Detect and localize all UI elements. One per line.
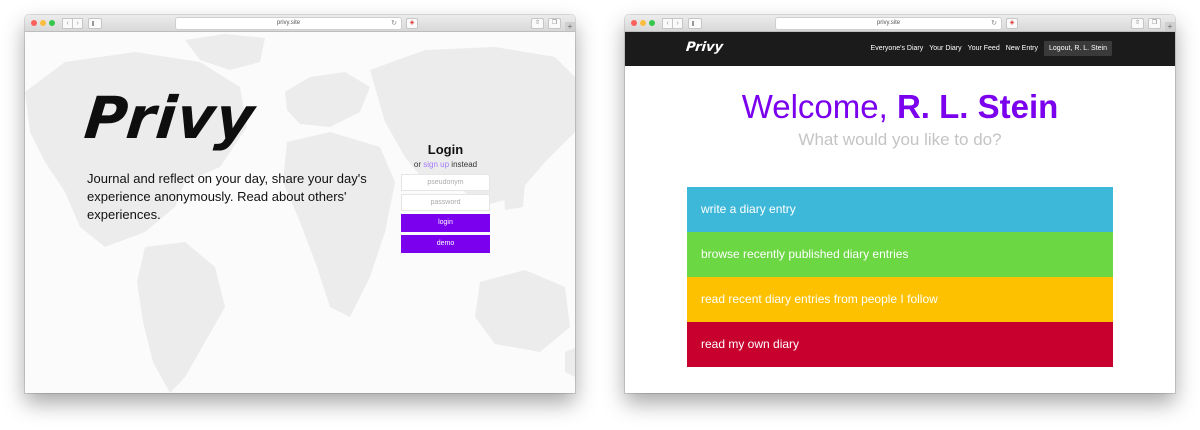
signup-link[interactable]: sign up [423, 160, 449, 169]
minimize-window-button[interactable] [640, 20, 646, 26]
sidebar-icon[interactable] [88, 18, 102, 29]
window-controls [631, 20, 655, 26]
top-navbar: Privy Everyone's Diary Your Diary Your F… [625, 32, 1175, 66]
sidebar-icon[interactable] [688, 18, 702, 29]
reload-icon[interactable]: ↻ [991, 18, 997, 29]
maximize-window-button[interactable] [649, 20, 655, 26]
login-page: Privy Journal and reflect on your day, s… [25, 32, 575, 393]
forward-icon[interactable]: › [673, 18, 683, 29]
browser-window-login: ‹ › privy.site ↻ ◈ ⇧ ❐ + Privy Journal a… [25, 15, 575, 393]
browser-window-dashboard: ‹ › privy.site ↻ ◈ ⇧ ❐ + Privy Everyone'… [625, 15, 1175, 393]
action-read-following[interactable]: read recent diary entries from people I … [687, 277, 1113, 322]
logout-button[interactable]: Logout, R. L. Stein [1044, 41, 1112, 56]
back-icon[interactable]: ‹ [662, 18, 673, 29]
action-read-own-diary[interactable]: read my own diary [687, 322, 1113, 367]
nav-new-entry[interactable]: New Entry [1006, 45, 1038, 52]
nav-everyones-diary[interactable]: Everyone's Diary [871, 45, 924, 52]
action-write-entry[interactable]: write a diary entry [687, 187, 1113, 232]
user-name: R. L. Stein [896, 88, 1059, 125]
share-icon[interactable]: ⇧ [531, 18, 544, 29]
password-input[interactable] [401, 194, 490, 211]
nav-links: Everyone's Diary Your Diary Your Feed Ne… [865, 41, 1112, 56]
url-text: privy.site [276, 20, 301, 26]
reload-icon[interactable]: ↻ [391, 18, 397, 29]
signup-prefix-text: or [413, 160, 422, 169]
new-tab-icon[interactable]: + [1165, 22, 1175, 31]
subheading: What would you like to do? [798, 130, 1002, 149]
nav-your-diary[interactable]: Your Diary [929, 45, 961, 52]
navbar-logo[interactable]: Privy [685, 40, 724, 55]
signup-line: or sign up instead [401, 160, 490, 169]
tabs-icon[interactable]: ❐ [548, 18, 561, 29]
action-browse-recent[interactable]: browse recently published diary entries [687, 232, 1113, 277]
pseudonym-input[interactable] [401, 174, 490, 191]
action-list: write a diary entry browse recently publ… [687, 187, 1113, 367]
window-controls [31, 20, 55, 26]
address-bar[interactable]: privy.site ↻ [775, 17, 1002, 30]
url-text: privy.site [876, 20, 901, 26]
share-icon[interactable]: ⇧ [1131, 18, 1144, 29]
login-heading: Login [427, 142, 464, 157]
tagline-text: Journal and reflect on your day, share y… [87, 171, 367, 222]
back-icon[interactable]: ‹ [62, 18, 73, 29]
pocket-icon[interactable]: ◈ [406, 18, 418, 29]
tabs-icon[interactable]: ❐ [1148, 18, 1161, 29]
browser-toolbar: ‹ › privy.site ↻ ◈ ⇧ ❐ + [25, 15, 575, 32]
close-window-button[interactable] [631, 20, 637, 26]
privy-logo: Privy [81, 84, 259, 152]
new-tab-icon[interactable]: + [565, 22, 575, 31]
login-button[interactable]: login [401, 214, 490, 232]
pocket-icon[interactable]: ◈ [1006, 18, 1018, 29]
close-window-button[interactable] [31, 20, 37, 26]
dashboard-page: Privy Everyone's Diary Your Diary Your F… [625, 32, 1175, 393]
browser-toolbar: ‹ › privy.site ↻ ◈ ⇧ ❐ + [625, 15, 1175, 32]
minimize-window-button[interactable] [40, 20, 46, 26]
nav-your-feed[interactable]: Your Feed [968, 45, 1000, 52]
forward-icon[interactable]: › [73, 18, 83, 29]
signup-suffix-text: instead [451, 160, 478, 169]
welcome-prefix: Welcome, [741, 88, 888, 125]
maximize-window-button[interactable] [49, 20, 55, 26]
address-bar[interactable]: privy.site ↻ [175, 17, 402, 30]
welcome-heading: Welcome, R. L. Stein [625, 88, 1175, 126]
login-form: Login or sign up instead login demo [401, 142, 490, 253]
demo-button[interactable]: demo [401, 235, 490, 253]
